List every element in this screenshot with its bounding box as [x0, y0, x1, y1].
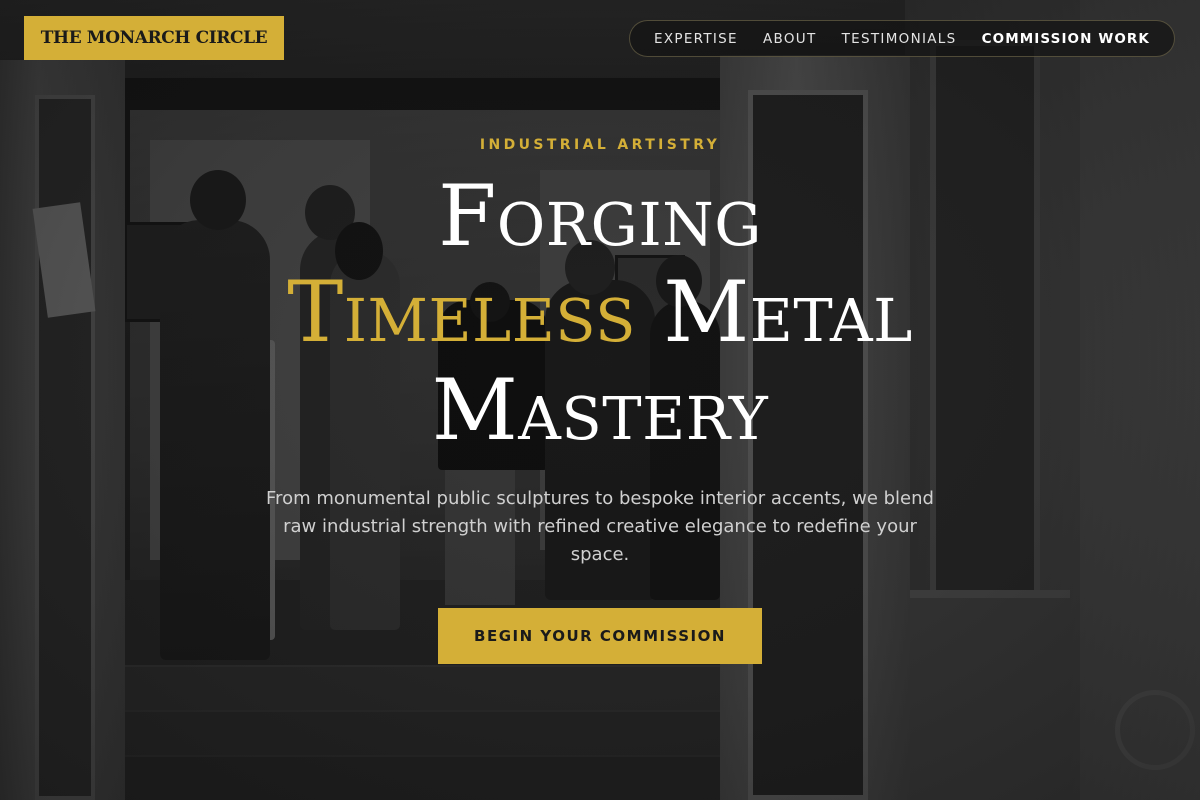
hero-section: THE MONARCH CIRCLE EXPERTISE ABOUT TESTI… [0, 0, 1200, 800]
headline-line-3: Mastery [431, 361, 769, 459]
headline-highlight: Timeless [287, 263, 637, 361]
begin-commission-button[interactable]: BEGIN YOUR COMMISSION [438, 608, 762, 664]
hero-content: INDUSTRIAL ARTISTRY Forging Timeless Met… [0, 0, 1200, 800]
hero-eyebrow: INDUSTRIAL ARTISTRY [479, 137, 721, 153]
headline-line-1: Forging [438, 167, 762, 265]
headline-line-2-rest: Metal [636, 263, 913, 361]
headline-line-2: Timeless Metal [0, 264, 1200, 360]
hero-subtitle: From monumental public sculptures to bes… [266, 488, 934, 565]
